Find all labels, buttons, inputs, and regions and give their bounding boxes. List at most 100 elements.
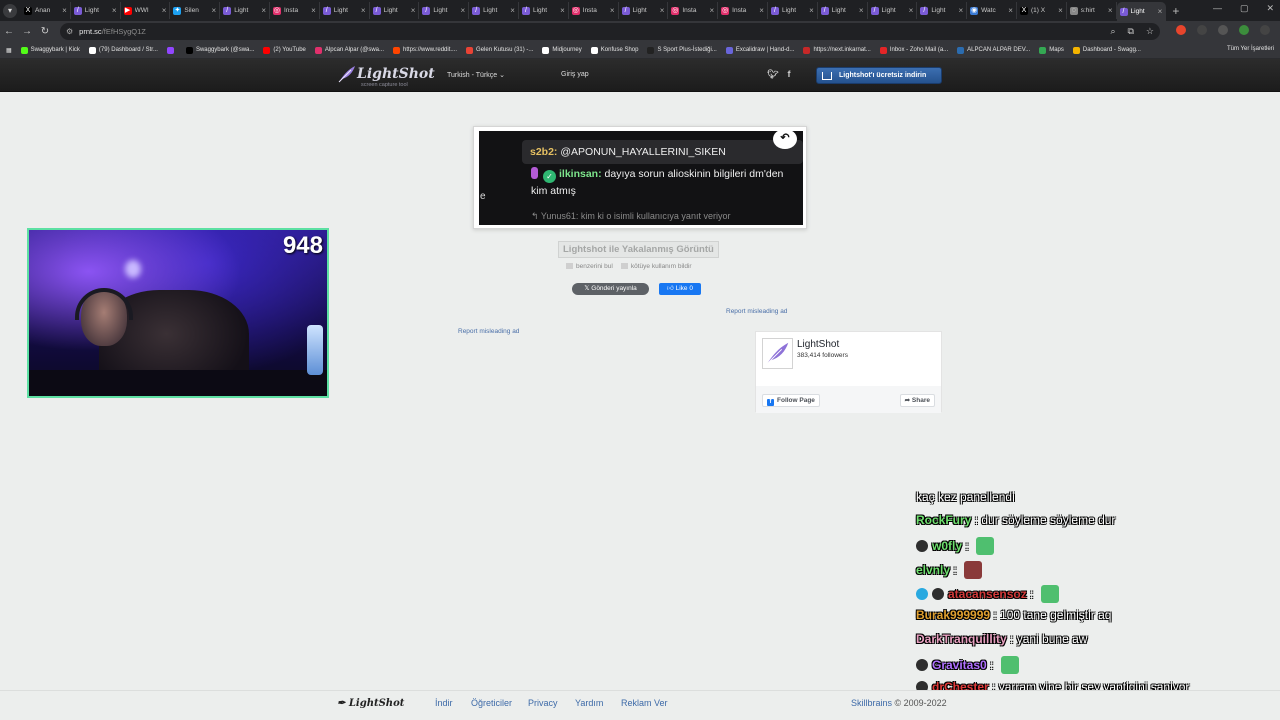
profile-avatar[interactable] [1239, 25, 1249, 35]
maximize-icon[interactable]: ▢ [1240, 3, 1249, 14]
browser-tab[interactable]: X Anan × [21, 2, 71, 19]
report-ad-link-2[interactable]: Report misleading ad [458, 328, 519, 335]
bookmark-item[interactable]: Excalidraw | Hand-d... [725, 46, 794, 54]
browser-tab[interactable]: / Light × [619, 2, 669, 19]
share-button[interactable]: ➦ Share [899, 394, 935, 407]
bookmark-item[interactable]: Maps [1039, 46, 1064, 54]
footer-logo[interactable]: ✒ LightShot [337, 698, 404, 709]
browser-tab[interactable]: ◎ Insta × [569, 2, 619, 19]
bookmark-item[interactable]: Swaggybark | Kick [20, 46, 80, 54]
tab-close-icon[interactable]: × [809, 6, 814, 15]
facebook-icon[interactable]: f [787, 69, 790, 80]
report-ad-link[interactable]: Report misleading ad [726, 308, 787, 315]
bookmark-item[interactable]: (2) YouTube [263, 46, 306, 54]
browser-tab[interactable]: ✦ Silen × [170, 2, 221, 19]
bookmark-item[interactable]: Alpcan Alpar (@swa... [314, 46, 384, 54]
browser-tab[interactable]: ◌ s:hirt × [1067, 2, 1117, 19]
browser-tab[interactable]: ◎ Insta × [668, 2, 719, 19]
all-bookmarks-button[interactable]: Tüm Yer İşaretleri [1227, 46, 1274, 52]
tweet-button[interactable]: 𝕏 Gönderi yayınla [572, 283, 649, 295]
login-link[interactable]: Giriş yap [561, 71, 589, 78]
browser-tab[interactable]: ◎ Insta × [718, 2, 768, 19]
tab-search-button[interactable]: ▾ [3, 3, 17, 18]
tab-close-icon[interactable]: × [261, 6, 266, 15]
zoom-icon[interactable]: ⌕ [1110, 26, 1115, 37]
browser-tab[interactable]: / Light × [320, 2, 370, 19]
footer-link-advertise[interactable]: Reklam Ver [621, 698, 668, 708]
bookmark-item[interactable]: Inbox - Zoho Mail (a... [879, 46, 948, 54]
bookmark-item[interactable]: S Sport Plus-İstediği... [647, 46, 717, 54]
page-name[interactable]: LightShot [797, 339, 839, 350]
find-similar-link[interactable]: benzerini bul [566, 263, 613, 270]
reload-icon[interactable]: ↻ [36, 26, 54, 37]
minimize-icon[interactable]: — [1213, 3, 1222, 14]
tab-close-icon[interactable]: × [212, 6, 217, 15]
bookmark-item[interactable]: (79) Dashboard / Str... [88, 46, 158, 54]
bookmark-item[interactable]: Gelen Kutusu (31) -... [466, 46, 533, 54]
twitter-icon[interactable]: 🐦︎ [767, 69, 778, 80]
browser-menu-icon[interactable] [1260, 25, 1270, 35]
tab-close-icon[interactable]: × [62, 6, 67, 15]
footer-link-download[interactable]: İndir [435, 698, 453, 708]
tab-close-icon[interactable]: × [112, 6, 117, 15]
tab-close-icon[interactable]: × [660, 6, 665, 15]
bookmark-item[interactable]: Midjourney [542, 46, 582, 54]
footer-link-help[interactable]: Yardım [575, 698, 603, 708]
tab-close-icon[interactable]: × [859, 6, 864, 15]
tab-close-icon[interactable]: × [610, 6, 615, 15]
footer-link-privacy[interactable]: Privacy [528, 698, 558, 708]
tab-close-icon[interactable]: × [958, 6, 963, 15]
tab-close-icon[interactable]: × [311, 6, 316, 15]
browser-tab[interactable]: / Light × [768, 2, 818, 19]
browser-tab[interactable]: / Light × [519, 2, 569, 19]
browser-tab[interactable]: / Light × [917, 2, 968, 19]
language-selector[interactable]: Turkish - Türkçe ⌄ [447, 71, 505, 79]
site-info-icon[interactable]: ⚙ [66, 27, 73, 36]
tab-close-icon[interactable]: × [1108, 6, 1113, 15]
browser-tab[interactable]: / Light × [868, 2, 918, 19]
follow-page-button[interactable]: f Follow Page [762, 394, 820, 407]
url-input[interactable]: ⚙ prnt.sc/fEfHSygQ1Z ⌕ ⧉ ☆ [60, 23, 1160, 40]
apps-icon[interactable]: ▦ [6, 47, 12, 54]
screenshot-image[interactable]: s2b2: @APONUN_HAYALLERINI_SIKEN ↶ ✓ ilkin… [473, 126, 807, 229]
tab-close-icon[interactable]: × [1058, 6, 1063, 15]
tab-close-icon[interactable]: × [411, 6, 416, 15]
company-link[interactable]: Skillbrains [851, 698, 892, 708]
install-app-icon[interactable]: ⧉ [1127, 26, 1133, 37]
browser-tab[interactable]: / Light × [1116, 2, 1167, 21]
browser-tab[interactable]: / Light × [71, 2, 121, 19]
tab-close-icon[interactable]: × [1008, 6, 1013, 15]
brave-icon[interactable] [1176, 25, 1186, 35]
bookmark-item[interactable]: Konfuse Shop [590, 46, 638, 54]
extensions-icon[interactable] [1197, 25, 1207, 35]
tab-close-icon[interactable]: × [909, 6, 914, 15]
bookmark-star-icon[interactable]: ☆ [1146, 26, 1154, 37]
bookmark-item[interactable]: https://www.reddit.... [393, 46, 457, 54]
close-window-icon[interactable]: ✕ [1266, 3, 1274, 14]
bookmark-item[interactable]: Swaggybark (@swa... [185, 46, 254, 54]
page-avatar[interactable] [762, 338, 793, 369]
bookmark-item[interactable]: Dashboard - Swagg... [1072, 46, 1141, 54]
bookmark-item[interactable] [166, 46, 177, 54]
tab-close-icon[interactable]: × [709, 6, 714, 15]
tab-close-icon[interactable]: × [361, 6, 366, 15]
tab-close-icon[interactable]: × [560, 6, 565, 15]
bookmark-item[interactable]: https://next.inkarnat... [803, 46, 871, 54]
lightshot-logo[interactable]: LightShot screen capture tool [337, 64, 435, 88]
tab-close-icon[interactable]: × [162, 6, 167, 15]
new-tab-button[interactable]: + [1172, 4, 1179, 18]
back-icon[interactable]: ← [0, 26, 18, 37]
download-button[interactable]: Lightshot'ı ücretsiz indirin [816, 67, 942, 84]
footer-link-tutorials[interactable]: Öğreticiler [471, 698, 512, 708]
bookmark-item[interactable]: ALPCAN ALPAR DEV... [957, 46, 1030, 54]
browser-tab[interactable]: ◎ Insta × [270, 2, 320, 19]
tab-close-icon[interactable]: × [759, 6, 764, 15]
browser-tab[interactable]: / Light × [818, 2, 868, 19]
sidebar-icon[interactable] [1218, 25, 1228, 35]
tab-close-icon[interactable]: × [1158, 7, 1163, 16]
report-abuse-link[interactable]: kötüye kullanım bildir [620, 263, 692, 270]
browser-tab[interactable]: / Light × [419, 2, 470, 19]
browser-tab[interactable]: ▶ WWI × [121, 2, 171, 19]
browser-tab[interactable]: X (1) X × [1017, 2, 1067, 19]
tab-close-icon[interactable]: × [461, 6, 466, 15]
